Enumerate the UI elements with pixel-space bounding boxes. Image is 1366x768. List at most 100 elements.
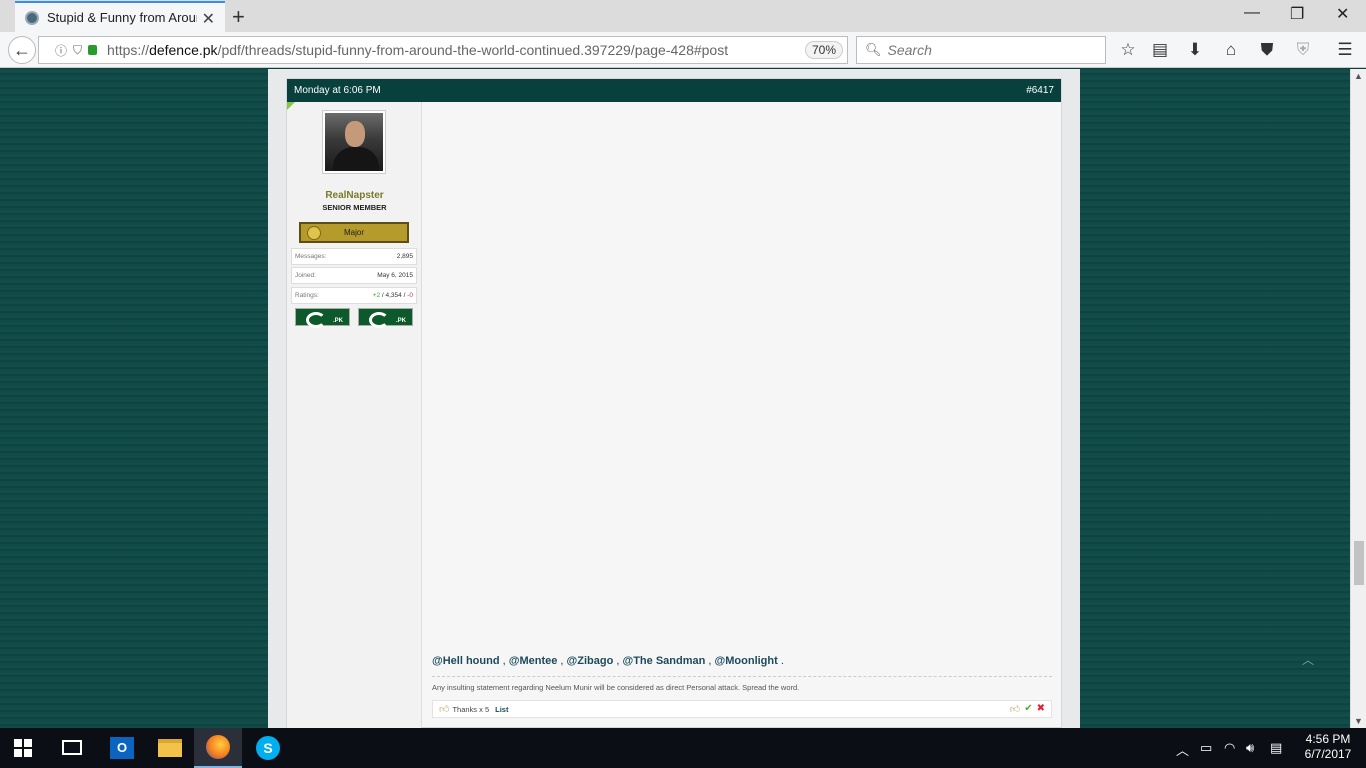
site-favicon-icon <box>25 10 39 25</box>
taskbar-firefox[interactable] <box>194 728 242 768</box>
rank-emblem-icon <box>307 226 321 240</box>
url-bar[interactable]: ⓘ ⛉ https://defence.pk/pdf/threads/stupi… <box>38 36 874 64</box>
post-corner-marker <box>287 102 295 110</box>
page-background: Monday at 6:06 PM #6417 RealNapster SENI… <box>0 69 1350 728</box>
stat-label: Joined: <box>295 272 316 279</box>
content-column: Monday at 6:06 PM #6417 RealNapster SENI… <box>268 69 1080 728</box>
scroll-up-icon[interactable]: ▲ <box>1354 71 1363 81</box>
flag-label: .PK <box>332 318 343 324</box>
rank-badge: Major <box>299 222 409 243</box>
pocket-icon[interactable]: ⛊ <box>1257 40 1277 60</box>
mention-link[interactable]: @Moonlight <box>715 655 778 667</box>
mention-separator: , <box>705 655 715 667</box>
home-icon[interactable]: ⌂ <box>1221 40 1241 60</box>
scroll-down-icon[interactable]: ▼ <box>1354 716 1363 726</box>
close-tab-icon[interactable]: ✕ <box>202 9 215 29</box>
info-icon[interactable]: ⓘ <box>55 42 67 59</box>
new-tab-icon[interactable]: + <box>232 4 245 30</box>
skype-icon: S <box>256 736 280 760</box>
stat-value: May 6, 2015 <box>377 272 413 279</box>
mention-link[interactable]: @The Sandman <box>622 655 705 667</box>
restore-icon[interactable]: ❐ <box>1290 4 1304 24</box>
close-window-icon[interactable]: ✕ <box>1336 4 1349 24</box>
show-hidden-icons-icon[interactable]: ︿ <box>1176 740 1189 759</box>
firefox-icon <box>206 735 230 759</box>
tracking-shield-icon[interactable]: ⛉ <box>73 43 82 58</box>
post-header: Monday at 6:06 PM #6417 <box>287 79 1061 102</box>
post-date[interactable]: Monday at 6:06 PM <box>294 85 381 96</box>
thumbs-up-icon: 👍︎ <box>439 704 450 715</box>
download-icon[interactable]: ⬇ <box>1185 40 1205 60</box>
task-view-icon[interactable] <box>62 740 82 755</box>
url-text[interactable]: https://defence.pk/pdf/threads/stupid-fu… <box>107 42 728 58</box>
system-clock[interactable]: 4:56 PM 6/7/2017 <box>1298 732 1358 762</box>
rank-label: Major <box>343 228 364 237</box>
stat-messages: Messages: 2,895 <box>291 248 417 265</box>
user-title: SENIOR MEMBER <box>322 203 387 212</box>
volume-icon[interactable]: 🔊︎ <box>1246 740 1254 756</box>
notifications-icon[interactable]: ▤ <box>1270 740 1282 756</box>
ratings-negative: -0 <box>407 292 413 299</box>
user-info-panel: RealNapster SENIOR MEMBER Major Messages… <box>287 102 422 728</box>
bookmark-star-icon[interactable]: ☆ <box>1118 40 1138 60</box>
stat-value[interactable]: 2,895 <box>397 253 413 260</box>
scrollbar-thumb[interactable] <box>1354 541 1364 585</box>
post-footer: 👍︎ Thanks x 5 List 👍︎ ✔ ✖ <box>432 700 1052 718</box>
addon-shield-icon[interactable]: ⛨ <box>1293 40 1313 60</box>
search-input[interactable]: 🔍︎ Search <box>856 36 1106 64</box>
reading-list-icon[interactable]: ▤ <box>1150 40 1170 60</box>
wifi-icon[interactable]: ◠ <box>1224 740 1235 756</box>
forum-post: Monday at 6:06 PM #6417 RealNapster SENI… <box>286 78 1062 728</box>
back-button[interactable]: ← <box>8 36 36 64</box>
url-prefix: https:// <box>107 42 150 58</box>
stat-ratings: Ratings: +2 / 4,354 / -0 <box>291 287 417 304</box>
zoom-level[interactable]: 70% <box>805 41 844 59</box>
folder-icon <box>158 739 182 757</box>
stat-label: Ratings: <box>295 292 319 299</box>
post-number[interactable]: #6417 <box>1026 85 1054 96</box>
agree-icon[interactable]: ✔ <box>1024 703 1032 715</box>
like-icon[interactable]: 👍︎ <box>1010 703 1020 715</box>
stat-label: Messages: <box>295 253 327 260</box>
scroll-to-top-icon[interactable]: ︿ <box>1302 651 1314 668</box>
mention-separator: , <box>499 655 509 667</box>
lock-icon[interactable] <box>88 45 98 55</box>
taskbar-outlook[interactable]: O <box>98 728 146 768</box>
menu-icon[interactable]: ☰ <box>1335 40 1355 60</box>
browser-tab[interactable]: Stupid & Funny from Aroun ✕ <box>15 1 225 32</box>
search-placeholder: Search <box>887 42 932 58</box>
ratings-positive: +2 <box>372 292 381 299</box>
list-link[interactable]: List <box>495 705 508 714</box>
scrollbar[interactable]: ▲ ▼ <box>1350 69 1366 728</box>
mention-separator: , <box>557 655 567 667</box>
url-host: defence.pk <box>149 42 218 58</box>
signature-divider <box>432 676 1052 677</box>
ratings-neutral: 4,354 <box>385 292 402 299</box>
thanks-count: Thanks x 5 <box>452 704 490 714</box>
search-icon: 🔍︎ <box>865 42 882 57</box>
minimize-icon[interactable]: — <box>1244 4 1260 22</box>
avatar-image <box>325 113 383 171</box>
mention-link[interactable]: @Mentee <box>509 655 558 667</box>
tab-title: Stupid & Funny from Aroun <box>47 10 197 25</box>
mention-link[interactable]: @Zibago <box>567 655 614 667</box>
mention-end: . <box>777 655 784 667</box>
battery-icon[interactable]: ▭ <box>1200 740 1212 756</box>
taskbar-file-explorer[interactable] <box>146 728 194 768</box>
mentions-line: @Hell hound , @Mentee , @Zibago , @The S… <box>432 655 784 667</box>
url-path: /pdf/threads/stupid-funny-from-around-th… <box>217 42 729 58</box>
navigation-bar: ← ⓘ ⛉ https://defence.pk/pdf/threads/stu… <box>0 32 1366 68</box>
windows-start-icon[interactable] <box>14 739 32 757</box>
browser-tab-bar: Stupid & Funny from Aroun ✕ + — ❐ ✕ <box>0 0 1366 32</box>
clock-date: 6/7/2017 <box>1304 747 1352 761</box>
username[interactable]: RealNapster <box>287 190 422 201</box>
taskbar-skype[interactable]: S <box>244 728 292 768</box>
outlook-icon: O <box>110 737 134 759</box>
mention-link[interactable]: @Hell hound <box>432 655 500 667</box>
flag-label: .PK <box>395 318 406 324</box>
avatar[interactable] <box>322 110 386 174</box>
clock-time: 4:56 PM <box>1305 732 1351 746</box>
disagree-icon[interactable]: ✖ <box>1037 703 1045 715</box>
country-flag-icon: .PK <box>295 308 350 328</box>
signature: Any insulting statement regarding Neelum… <box>432 683 800 692</box>
